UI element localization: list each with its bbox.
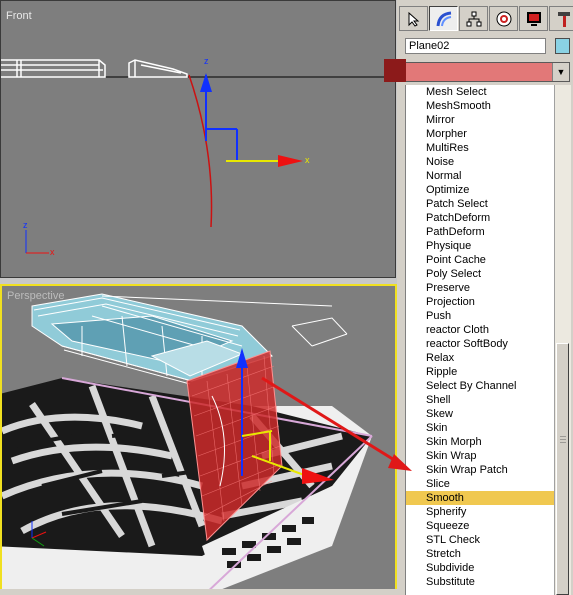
modify-tab[interactable]	[429, 6, 458, 31]
modifier-list-item[interactable]: Skin Morph	[406, 435, 554, 449]
modifier-list-item[interactable]: MeshSmooth	[406, 99, 554, 113]
hierarchy-tab[interactable]	[459, 6, 488, 31]
modifier-list-item[interactable]: Subdivide	[406, 561, 554, 575]
svg-text:z: z	[23, 220, 28, 230]
modifier-highlight-marker	[384, 59, 406, 82]
modifier-list-item-selected[interactable]: Smooth	[406, 491, 554, 505]
modifier-list-item[interactable]: Stretch	[406, 547, 554, 561]
modifier-list-item[interactable]: reactor Cloth	[406, 323, 554, 337]
motion-tab[interactable]	[489, 6, 518, 31]
scrollbar-thumb[interactable]: — — —	[556, 343, 569, 595]
axis-tripod-front: z x	[23, 220, 55, 257]
object-color-swatch[interactable]	[555, 38, 570, 54]
modifier-list-item[interactable]: Mirror	[406, 113, 554, 127]
perspective-viewport-label[interactable]: Perspective	[7, 290, 64, 302]
modifier-list-item[interactable]: Patch Select	[406, 197, 554, 211]
chevron-down-icon[interactable]: ▼	[552, 63, 569, 81]
utilities-tab[interactable]	[549, 6, 573, 31]
modifier-list-item[interactable]: Spherify	[406, 505, 554, 519]
modifier-list-item[interactable]: Push	[406, 309, 554, 323]
bend-arc-icon	[436, 11, 451, 26]
front-viewport-scene: z x z x	[1, 56, 395, 257]
modifier-list-item[interactable]: Physique	[406, 239, 554, 253]
motion-icon	[496, 11, 511, 26]
modifier-list-item[interactable]: Slice	[406, 477, 554, 491]
modifier-list-item[interactable]: STL Check	[406, 533, 554, 547]
modifier-list-item[interactable]: PathDeform	[406, 225, 554, 239]
front-viewport[interactable]: Front z x z x	[0, 0, 396, 278]
perspective-viewport[interactable]: Perspective	[0, 284, 397, 595]
modifier-list-item[interactable]: MultiRes	[406, 141, 554, 155]
modifier-list-item[interactable]: Mesh Select	[406, 85, 554, 99]
modifier-list-item[interactable]: Poly Select	[406, 267, 554, 281]
grip-icon: — — —	[560, 434, 566, 446]
monitor-icon	[526, 11, 541, 26]
modifier-list-item[interactable]: Morpher	[406, 127, 554, 141]
display-tab[interactable]	[519, 6, 548, 31]
modifier-list-dropdown[interactable]: ▼	[404, 62, 570, 82]
svg-text:x: x	[50, 247, 55, 257]
modifier-list-item[interactable]: Skin Wrap Patch	[406, 463, 554, 477]
object-name-field[interactable]: Plane02	[405, 38, 546, 54]
modifier-list-item[interactable]: Relax	[406, 351, 554, 365]
perspective-viewport-scene	[2, 293, 373, 593]
plane-profile	[188, 74, 213, 228]
modifier-list-item[interactable]: Normal	[406, 169, 554, 183]
timeline-ruler[interactable]	[0, 589, 397, 595]
modifier-list-item[interactable]: Skew	[406, 407, 554, 421]
modifier-list-item[interactable]: Skin Wrap	[406, 449, 554, 463]
railing-wireframe	[1, 59, 188, 78]
modifier-list-item[interactable]: reactor SoftBody	[406, 337, 554, 351]
modifier-list-item[interactable]: PatchDeform	[406, 211, 554, 225]
modifier-list-item[interactable]: Select By Channel	[406, 379, 554, 393]
command-panel: Plane02 ▼ Mesh Select MeshSmooth Mirror Mor…	[397, 0, 573, 595]
modifier-list-item[interactable]: Shell	[406, 393, 554, 407]
modifier-list-item[interactable]: Noise	[406, 155, 554, 169]
modifier-list-scrollbar[interactable]: — — —	[554, 85, 571, 595]
modifier-list-item[interactable]: Preserve	[406, 281, 554, 295]
modifier-list-item[interactable]: Skin	[406, 421, 554, 435]
modifier-list-item[interactable]: Squeeze	[406, 519, 554, 533]
ground-tile-pattern	[2, 377, 373, 593]
svg-text:x: x	[305, 155, 310, 165]
hammer-icon	[557, 11, 570, 27]
pointer-icon	[408, 11, 419, 27]
modifier-list-item[interactable]: Point Cache	[406, 253, 554, 267]
modifier-list-item[interactable]: Substitute	[406, 575, 554, 589]
svg-text:z: z	[204, 56, 209, 66]
create-tab[interactable]	[399, 6, 428, 31]
hierarchy-icon	[466, 11, 481, 26]
modifier-list-item[interactable]: Optimize	[406, 183, 554, 197]
modifier-list[interactable]: Mesh Select MeshSmooth Mirror Morpher MultiR…	[405, 85, 554, 595]
modifier-list-item[interactable]: Projection	[406, 295, 554, 309]
command-panel-tabs	[399, 6, 573, 32]
modifier-list-item[interactable]: Ripple	[406, 365, 554, 379]
